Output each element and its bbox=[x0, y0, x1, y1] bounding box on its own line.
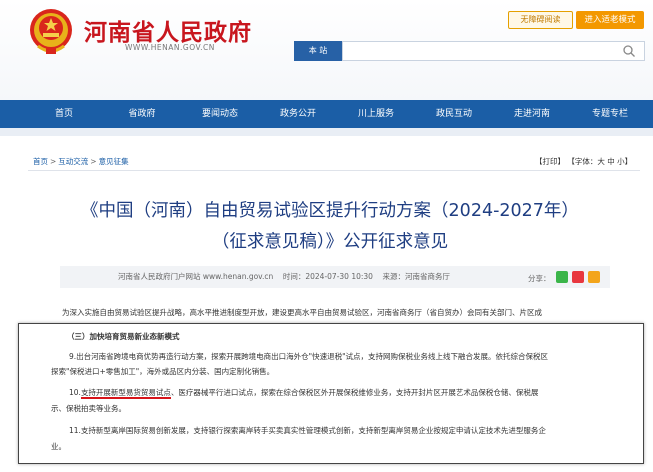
article-tools: 【打印】 【字体：大 中 小】 bbox=[535, 156, 632, 167]
article-title-line2: （征求意见稿）》公开征求意见 bbox=[211, 232, 449, 252]
section-heading: （三）加快培育贸易新业态新模式 bbox=[67, 332, 180, 341]
nav-item-provincial-gov[interactable]: 省政府 bbox=[112, 100, 172, 128]
nav-shadow-band bbox=[0, 128, 653, 136]
para-9-line1: 9.出台河南省跨境电商优势再造行动方案，探索开展跨境电商出口海外仓"快速退税"试… bbox=[69, 352, 549, 361]
para-10-highlight: 支持开展新型易货贸易试点 bbox=[80, 388, 171, 399]
para-10-rest: 、医疗器械平行进口试点，探索在综合保税区外开展保税维修业务，支持开封片区开展艺术… bbox=[170, 388, 539, 397]
print-link[interactable]: 【打印】 bbox=[535, 157, 565, 166]
para-10-line2: 示、保税拍卖等业务。 bbox=[51, 404, 126, 413]
nav-item-news[interactable]: 要闻动态 bbox=[190, 100, 250, 128]
wechat-share-icon[interactable] bbox=[556, 271, 568, 283]
search-scope-select[interactable]: 本 站 bbox=[294, 41, 342, 61]
article-intro: 为深入实施自由贸易试验区提升战略，高水平推进制度型开放，建设更高水平自由贸易试验… bbox=[62, 308, 542, 317]
divider bbox=[28, 170, 640, 171]
nav-item-gov-affairs[interactable]: 政务公开 bbox=[268, 100, 328, 128]
nav-item-henan[interactable]: 走进河南 bbox=[502, 100, 562, 128]
elder-mode-button[interactable]: 进入适老模式 bbox=[576, 11, 644, 29]
favorite-star-icon[interactable] bbox=[588, 271, 600, 283]
site-header: 河南省人民政府 WWW.HENAN.GOV.CN 无障碍阅读 进入适老模式 本 … bbox=[0, 0, 653, 100]
breadcrumb: 首页 > 互动交流 > 意见征集 bbox=[33, 156, 129, 167]
national-emblem-icon bbox=[30, 9, 72, 54]
meta-source: 河南省人民政府门户网站 www.henan.gov.cn bbox=[118, 272, 274, 281]
nav-item-home[interactable]: 首页 bbox=[34, 100, 94, 128]
search-icon[interactable] bbox=[622, 44, 636, 58]
nav-item-services[interactable]: 川上服务 bbox=[346, 100, 406, 128]
meta-time: 时间：2024-07-30 10:30 bbox=[282, 272, 373, 281]
nav-item-topics[interactable]: 专题专栏 bbox=[580, 100, 640, 128]
meta-origin: 来源：河南省商务厅 bbox=[382, 272, 451, 281]
main-nav: 首页 省政府 要闻动态 政务公开 川上服务 政民互动 走进河南 专题专栏 bbox=[0, 100, 653, 128]
breadcrumb-interaction[interactable]: 互动交流 bbox=[58, 157, 88, 166]
para-10-prefix: 10. bbox=[69, 388, 81, 397]
breadcrumb-separator: > bbox=[90, 157, 97, 166]
para-11-line1: 11.支持新型离岸国际贸易创新发展，支持银行探索离岸转手买卖真实性管理模式创新，… bbox=[69, 426, 546, 435]
site-title[interactable]: 河南省人民政府 bbox=[84, 13, 252, 47]
para-11-line2: 业。 bbox=[51, 442, 66, 451]
accessible-reading-button[interactable]: 无障碍阅读 bbox=[508, 11, 573, 29]
article-title-line1: 《中国（河南）自由贸易试验区提升行动方案（2024-2027年） bbox=[81, 201, 579, 221]
weibo-share-icon[interactable] bbox=[572, 271, 584, 283]
para-9-line2: 探索"保税进口+零售加工"，海外或品区内分装、国内定制化销售。 bbox=[51, 367, 275, 376]
breadcrumb-separator: > bbox=[50, 157, 57, 166]
para-10-line1: 10.支持开展新型易货贸易试点、医疗器械平行进口试点，探索在综合保税区外开展保税… bbox=[69, 386, 538, 399]
search-input[interactable] bbox=[342, 41, 645, 61]
share-label: 分享： bbox=[528, 274, 551, 283]
breadcrumb-solicitation[interactable]: 意见征集 bbox=[99, 157, 129, 166]
font-size-switcher[interactable]: 【字体：大 中 小】 bbox=[567, 157, 632, 166]
nav-item-interaction[interactable]: 政民互动 bbox=[424, 100, 484, 128]
breadcrumb-home[interactable]: 首页 bbox=[33, 157, 48, 166]
highlighted-excerpt: （三）加快培育贸易新业态新模式 9.出台河南省跨境电商优势再造行动方案，探索开展… bbox=[18, 323, 644, 464]
article-title: 《中国（河南）自由贸易试验区提升行动方案（2024-2027年） （征求意见稿）… bbox=[40, 196, 620, 258]
site-url: WWW.HENAN.GOV.CN bbox=[125, 43, 215, 52]
